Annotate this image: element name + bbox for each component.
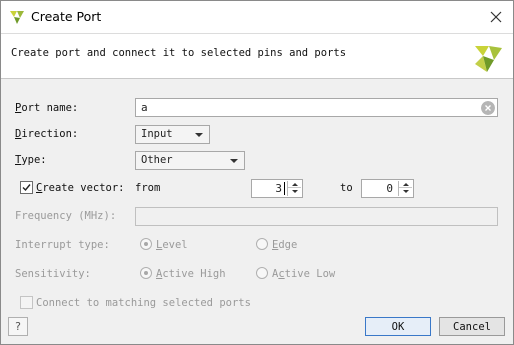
arrow-down-icon bbox=[291, 190, 298, 193]
dialog-header: Create port and connect it to selected p… bbox=[1, 33, 513, 79]
clear-input-icon[interactable] bbox=[481, 101, 495, 115]
to-label: to bbox=[340, 182, 353, 194]
direction-value: Input bbox=[141, 128, 173, 140]
create-port-dialog: Create Port Create port and connect it t… bbox=[0, 0, 514, 345]
spinner-up-button[interactable] bbox=[288, 181, 301, 188]
create-vector-label-text: reate vector: bbox=[42, 182, 125, 194]
to-spinner[interactable]: 0 bbox=[361, 179, 414, 198]
radio-level-label-text: evel bbox=[162, 239, 188, 251]
help-button[interactable]: ? bbox=[8, 317, 28, 336]
checkmark-icon bbox=[22, 184, 31, 192]
chevron-down-icon bbox=[230, 159, 238, 163]
arrow-up-icon bbox=[291, 182, 298, 186]
close-icon bbox=[490, 11, 502, 23]
radio-active-low bbox=[256, 267, 268, 279]
radio-edge-label-text: dge bbox=[278, 239, 298, 251]
create-vector-checkbox[interactable] bbox=[20, 181, 33, 194]
direction-label-text: irection: bbox=[21, 128, 79, 140]
spinner-buttons bbox=[287, 181, 301, 196]
from-label: from bbox=[135, 182, 161, 194]
ok-button-label: OK bbox=[391, 320, 405, 333]
frequency-label: Frequency (MHz): bbox=[15, 210, 117, 222]
cancel-button-label: Cancel bbox=[453, 320, 491, 333]
type-select[interactable]: Other bbox=[135, 151, 245, 170]
chevron-down-icon bbox=[195, 133, 203, 137]
help-icon: ? bbox=[15, 320, 21, 333]
from-spinner[interactable]: 3 bbox=[251, 179, 303, 198]
header-description: Create port and connect it to selected p… bbox=[11, 47, 347, 59]
radio-edge bbox=[256, 238, 268, 250]
radio-active-high bbox=[140, 267, 152, 279]
type-label-text: ype: bbox=[21, 154, 47, 166]
interrupt-type-label: Interrupt type: bbox=[15, 239, 110, 251]
radio-active-high-label: Active High bbox=[156, 268, 226, 280]
radio-level bbox=[140, 238, 152, 250]
port-name-label: Port name: bbox=[15, 102, 79, 114]
vivado-logo-icon bbox=[475, 46, 502, 72]
arrow-down-icon bbox=[402, 190, 409, 193]
frequency-input bbox=[135, 207, 498, 226]
ok-button[interactable]: OK bbox=[365, 317, 431, 336]
create-vector-label: Create vector: bbox=[36, 182, 125, 194]
text-caret bbox=[284, 182, 285, 195]
port-name-value: a bbox=[141, 101, 148, 114]
type-value: Other bbox=[141, 154, 173, 166]
radio-active-high-label-text: ctive High bbox=[162, 268, 226, 280]
close-button[interactable] bbox=[479, 1, 513, 33]
spinner-down-button[interactable] bbox=[399, 188, 412, 195]
spinner-buttons bbox=[398, 181, 412, 196]
title-bar: Create Port bbox=[1, 1, 513, 33]
direction-label: Direction: bbox=[15, 128, 79, 140]
spinner-up-button[interactable] bbox=[399, 181, 412, 188]
radio-edge-label: Edge bbox=[272, 239, 298, 251]
cancel-button[interactable]: Cancel bbox=[439, 317, 505, 336]
radio-level-label: Level bbox=[156, 239, 188, 251]
direction-select[interactable]: Input bbox=[135, 125, 210, 144]
connect-matching-checkbox bbox=[20, 296, 33, 309]
port-name-input[interactable]: a bbox=[135, 98, 498, 117]
to-value: 0 bbox=[386, 182, 393, 195]
type-label: Type: bbox=[15, 154, 47, 166]
window-title: Create Port bbox=[31, 9, 102, 24]
arrow-up-icon bbox=[402, 182, 409, 186]
sensitivity-label: Sensitivity: bbox=[15, 268, 91, 280]
port-name-label-text: ort name: bbox=[21, 102, 79, 114]
vivado-logo-icon bbox=[10, 11, 24, 24]
spinner-down-button[interactable] bbox=[288, 188, 301, 195]
connect-matching-label: Connect to matching selected ports bbox=[36, 297, 251, 309]
radio-active-low-label-text: tive Low bbox=[284, 268, 336, 280]
radio-active-low-label: Active Low bbox=[272, 268, 336, 280]
from-value: 3 bbox=[275, 182, 282, 195]
